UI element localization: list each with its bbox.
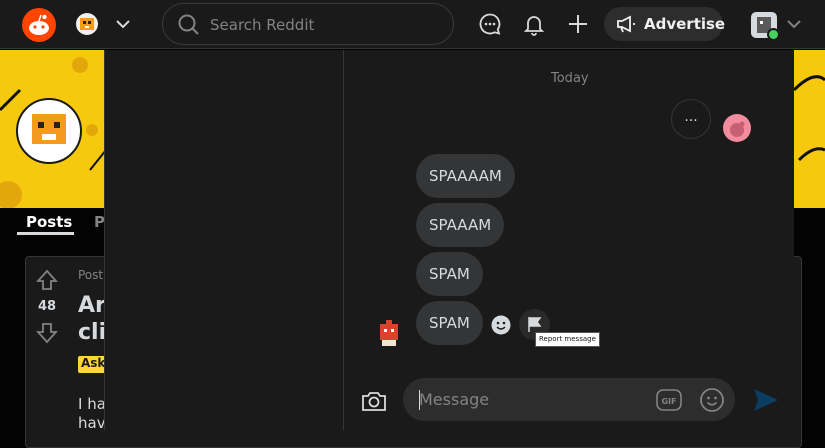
community-avatar[interactable] [76,13,98,35]
day-separator: Today [551,71,589,86]
subreddit-banner-right [794,50,825,208]
tab-posts[interactable]: Posts [26,213,72,231]
chat-sidebar [104,50,344,430]
advertise-button[interactable]: Advertise [604,7,726,41]
message-bubble[interactable]: SPAM [416,301,483,345]
megaphone-icon [617,15,635,33]
emoji-reaction-icon[interactable] [489,313,513,337]
reddit-logo[interactable] [22,8,56,42]
camera-icon[interactable] [360,387,388,415]
search-bar[interactable]: Search Reddit [162,3,454,45]
message-text: SPAM [429,314,470,332]
message-placeholder: Message [419,390,490,409]
message-input[interactable]: Message [403,378,735,421]
message-bubble[interactable]: SPAAAAM [416,154,515,198]
upvote-icon[interactable] [36,269,58,291]
message-text: SPAAAAM [429,167,502,185]
sender-avatar[interactable] [376,318,402,348]
top-header: Search Reddit Advertise [0,0,825,49]
search-input[interactable]: Search Reddit [210,16,314,34]
chevron-down-icon[interactable] [114,15,132,33]
chevron-down-icon[interactable] [785,15,803,33]
vote-count: 48 [38,299,57,314]
advertise-label: Advertise [644,15,726,33]
message-text: SPAM [429,265,470,283]
post-title-line2[interactable]: cli [78,320,106,345]
gif-label: GIF [661,397,676,406]
plus-icon[interactable] [566,12,590,36]
report-tooltip: Report message [535,332,600,347]
my-avatar [723,114,751,142]
more-options-label: ... [684,109,698,125]
post-body: I ha [78,395,106,413]
flag-icon [528,317,542,332]
chat-icon[interactable] [478,12,502,36]
message-bubble[interactable]: SPAAAM [416,203,505,247]
downvote-icon[interactable] [36,322,58,344]
online-status-dot [767,28,780,41]
subreddit-icon[interactable] [16,98,82,164]
bell-icon[interactable] [522,12,546,36]
chat-panel [344,50,794,430]
more-options-button[interactable]: ... [671,99,711,139]
message-bubble[interactable]: SPAM [416,252,483,296]
emoji-icon[interactable] [699,387,725,413]
message-text: SPAAAM [429,216,492,234]
search-icon [178,14,199,35]
post-meta: Post [78,268,104,282]
active-tab-indicator [17,232,74,235]
post-body-line2: hav [78,414,106,432]
gif-icon[interactable]: GIF [656,388,682,412]
send-icon[interactable] [751,385,781,415]
